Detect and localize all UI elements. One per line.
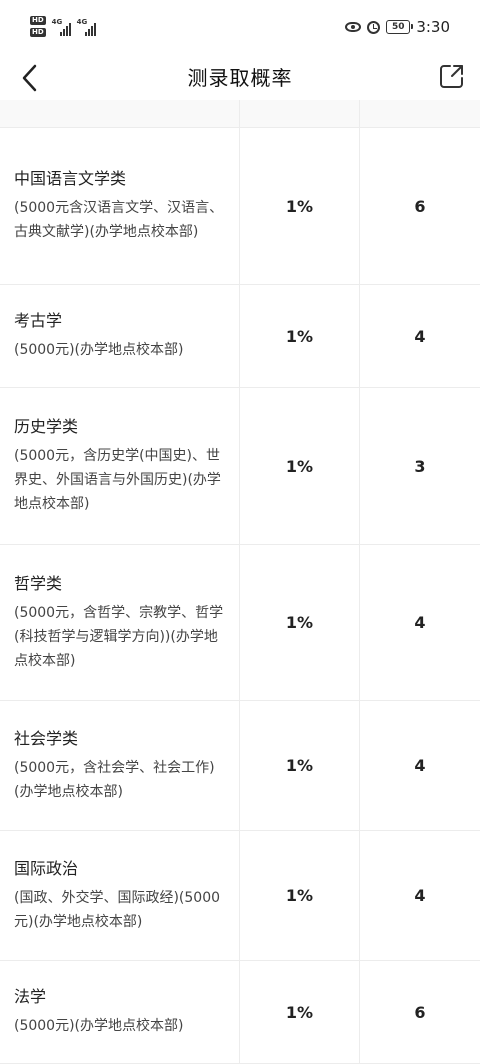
- plan-count: 4: [414, 326, 426, 346]
- admission-table: 中国语言文学类 (5000元含汉语言文学、汉语言、古典文献学)(办学地点校本部)…: [0, 100, 480, 1064]
- nav-bar: 测录取概率: [0, 56, 480, 100]
- eye-icon: [345, 22, 362, 32]
- table-row[interactable]: 国际政治 (国政、外交学、国际政经)(5000元)(办学地点校本部) 1% 4: [0, 831, 480, 961]
- admission-rate: 1%: [240, 285, 360, 387]
- major-name: 法学: [14, 987, 47, 1006]
- table-header-row: [0, 100, 480, 128]
- major-note: (5000元，含历史学(中国史)、世界史、外国语言与外国历史)(办学地点校本部): [14, 448, 221, 512]
- major-note: (5000元含汉语言文学、汉语言、古典文献学)(办学地点校本部): [14, 200, 224, 240]
- admission-rate: 1%: [240, 128, 360, 284]
- status-bar: HD HD 4G 4G 50 3:30: [0, 0, 480, 56]
- major-note: (国政、外交学、国际政经)(5000元)(办学地点校本部): [14, 889, 221, 930]
- major-name: 中国语言文学类: [14, 169, 127, 188]
- admission-rate: 1%: [240, 545, 360, 700]
- admission-rate: 1%: [240, 831, 360, 960]
- clock: 3:30: [416, 18, 450, 36]
- alarm-icon: [367, 20, 381, 34]
- table-row[interactable]: 历史学类 (5000元，含历史学(中国史)、世界史、外国语言与外国历史)(办学地…: [0, 388, 480, 545]
- plan-count: 3: [414, 456, 426, 476]
- admission-rate: 1%: [240, 388, 360, 544]
- table-row[interactable]: 法学 (5000元)(办学地点校本部) 1% 6: [0, 961, 480, 1064]
- plan-count: 4: [414, 756, 426, 775]
- table-row[interactable]: 哲学类 (5000元，含哲学、宗教学、哲学(科技哲学与逻辑学方向))(办学地点校…: [0, 545, 480, 701]
- major-note: (5000元，含社会学、社会工作)(办学地点校本部): [14, 759, 215, 800]
- major-name: 哲学类: [14, 573, 63, 593]
- network-indicators: HD HD 4G 4G: [30, 16, 102, 37]
- major-name: 考古学: [14, 311, 63, 330]
- hd-icon: HD: [30, 28, 46, 37]
- table-row[interactable]: 考古学 (5000元)(办学地点校本部) 1% 4: [0, 285, 480, 388]
- battery-icon: 50: [386, 20, 414, 34]
- major-name: 社会学类: [14, 728, 79, 748]
- plan-count: 4: [414, 886, 426, 905]
- plan-count: 4: [414, 613, 426, 632]
- admission-rate: 1%: [240, 701, 360, 830]
- signal-icon: 4G: [52, 18, 72, 36]
- plan-count: 6: [414, 1002, 426, 1022]
- table-row[interactable]: 社会学类 (5000元，含社会学、社会工作)(办学地点校本部) 1% 4: [0, 701, 480, 831]
- major-note: (5000元，含哲学、宗教学、哲学(科技哲学与逻辑学方向))(办学地点校本部): [14, 604, 224, 669]
- signal-icon: 4G: [77, 18, 97, 36]
- major-name: 国际政治: [14, 858, 79, 878]
- major-note: (5000元)(办学地点校本部): [14, 342, 184, 358]
- plan-count: 6: [414, 196, 426, 216]
- share-icon[interactable]: [436, 60, 468, 92]
- major-note: (5000元)(办学地点校本部): [14, 1018, 184, 1034]
- major-name: 历史学类: [14, 417, 79, 436]
- table-row[interactable]: 中国语言文学类 (5000元含汉语言文学、汉语言、古典文献学)(办学地点校本部)…: [0, 128, 480, 285]
- admission-rate: 1%: [240, 961, 360, 1063]
- hd-icon: HD: [30, 16, 46, 25]
- page-title: 测录取概率: [187, 66, 293, 90]
